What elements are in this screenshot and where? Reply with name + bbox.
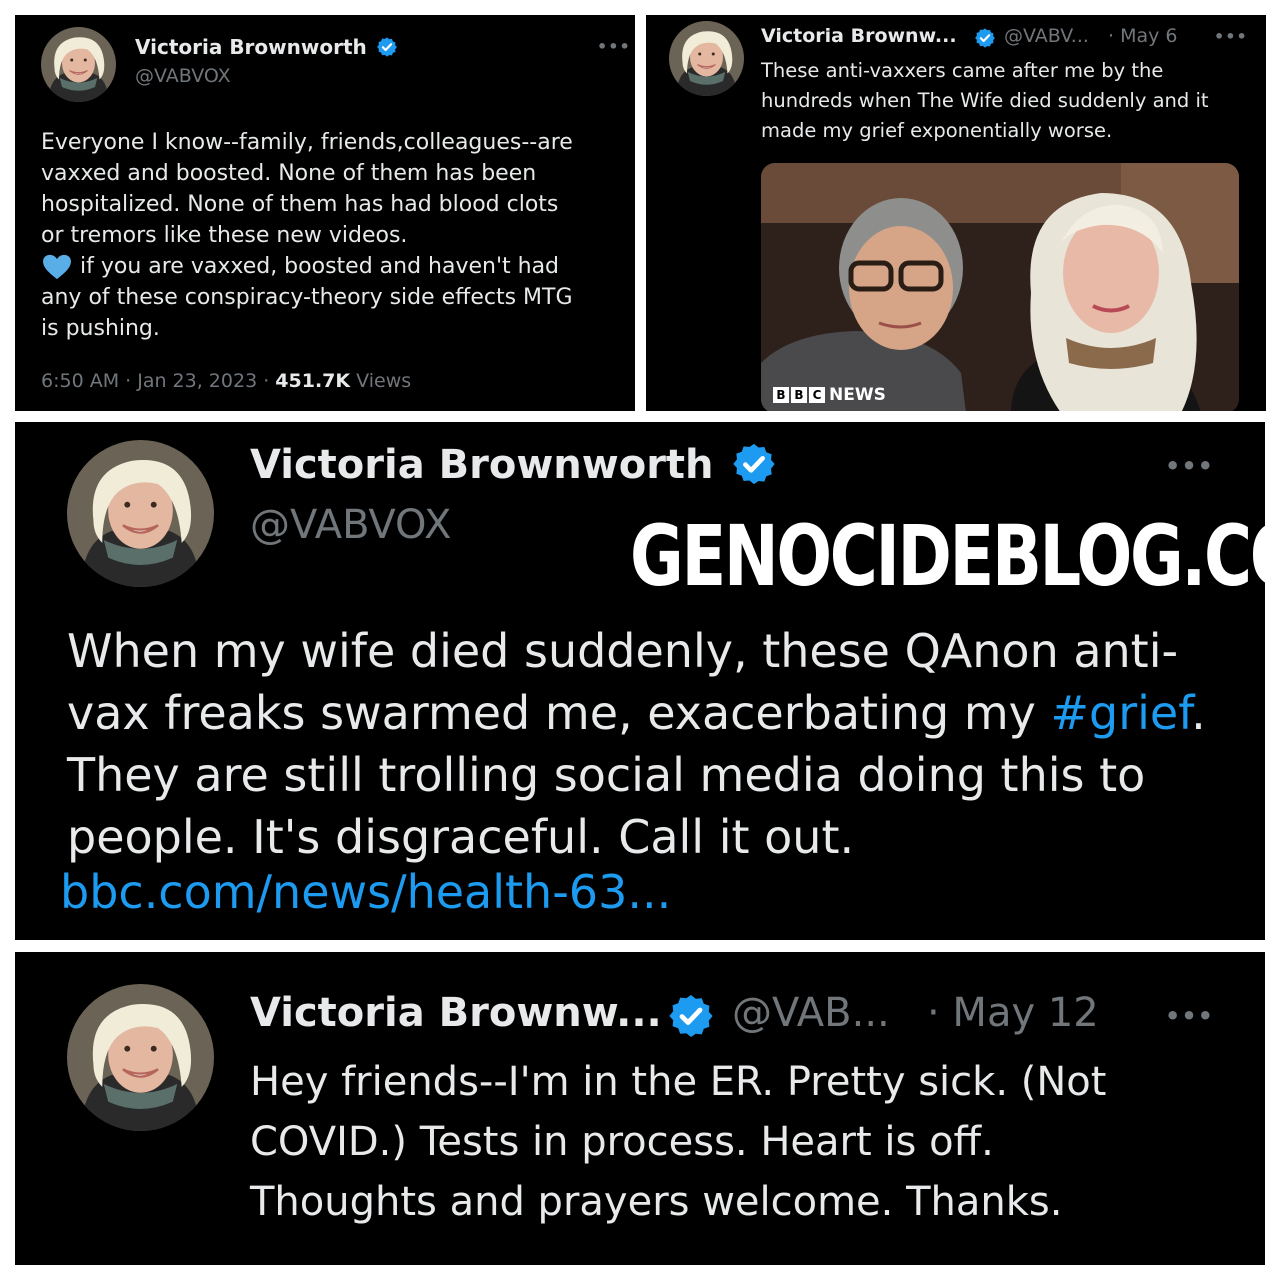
tweet-text: When my wife died suddenly, these QAnon … [67,620,1247,868]
tweet-line: Hey friends--I'm in the ER. Pretty sick.… [250,1059,1107,1105]
tweet-card-1[interactable]: Victoria Brownworth @VABVOX ••• Everyone… [15,15,635,411]
tweet-line: COVID.) Tests in process. Heart is off. [250,1119,994,1165]
attached-photo[interactable]: B B C NEWS [761,163,1239,411]
views-label: Views [350,370,412,392]
logo-letter: B [773,387,789,403]
tweet-timestamp[interactable]: 6:50 AM · Jan 23, 2023 · 451.7K Views [41,370,411,392]
tweet-text: These anti-vaxxers came after me by the … [761,56,1261,146]
hashtag-link[interactable]: #grief [1050,686,1191,740]
tweet-card-3[interactable]: Victoria Brownworth @VABVOX ••• GENOCIDE… [15,422,1265,940]
verified-badge-icon [667,992,715,1040]
tweet-line: hundreds when The Wife died suddenly and… [761,89,1209,112]
tweet-line: Thoughts and prayers welcome. Thanks. [250,1179,1063,1225]
tweet-line-text: . [1191,686,1206,740]
tweet-date[interactable]: · May 12 [927,990,1099,1036]
tweet-line: When my wife died suddenly, these QAnon … [67,624,1179,678]
more-options-icon[interactable]: ••• [597,37,631,56]
author-name-text: Victoria Brownworth [250,442,714,488]
tweet-line-text: vax freaks swarmed me, exacerbating my [67,686,1051,740]
tweet-line-text: if you are vaxxed, boosted and haven't h… [73,254,560,279]
more-options-icon[interactable]: ••• [1214,27,1248,46]
author-handle[interactable]: @VABVOX [135,65,231,87]
logo-word: NEWS [829,385,886,405]
tweet-line: They are still trolling social media doi… [67,748,1146,802]
author-handle[interactable]: @VAB... [732,990,890,1036]
avatar[interactable] [669,21,744,96]
author-name[interactable]: Victoria Brownworth [135,35,398,59]
tweet-line-heart: if you are vaxxed, boosted and haven't h… [41,251,631,282]
tweet-text: Hey friends--I'm in the ER. Pretty sick.… [250,1052,1250,1232]
logo-letter: C [809,387,825,403]
timestamp-text: 6:50 AM · Jan 23, 2023 · [41,370,276,392]
tweet-line: made my grief exponentially worse. [761,119,1113,142]
tweet-line: vax freaks swarmed me, exacerbating my #… [67,682,1247,744]
verified-badge-icon [376,36,398,58]
author-name-text: Victoria Brownworth [135,35,367,59]
author-name-text: Victoria Brownw... [761,25,957,47]
author-handle[interactable]: @VABV... [1004,25,1089,47]
blue-heart-icon [43,254,71,280]
tweet-line: hospitalized. None of them has had blood… [41,192,559,217]
watermark-text: GENOCIDEBLOG.COM [630,507,1265,605]
tweet-line: is pushing. [41,316,160,341]
bbc-news-logo: B B C NEWS [773,385,886,405]
more-options-icon[interactable]: ••• [1165,452,1214,480]
tweet-card-2[interactable]: Victoria Brownw... @VABV... · May 6 ••• … [646,15,1266,411]
author-handle[interactable]: @VABVOX [250,502,451,548]
tweet-date[interactable]: · May 6 [1108,25,1178,47]
more-options-icon[interactable]: ••• [1165,1002,1214,1030]
tweet-text: Everyone I know--family, friends,colleag… [41,127,631,344]
avatar[interactable] [67,440,214,587]
photo-image [761,163,1239,411]
avatar[interactable] [67,984,214,1131]
author-name[interactable]: Victoria Brownw... [761,25,957,47]
avatar[interactable] [41,27,116,102]
author-name[interactable]: Victoria Brownworth [250,442,777,488]
tweet-line: or tremors like these new videos. [41,223,408,248]
tweet-line: vaxxed and boosted. None of them has bee… [41,161,537,186]
tweet-card-4[interactable]: Victoria Brownw... @VAB... · May 12 ••• … [15,952,1265,1265]
verified-badge-icon [974,27,996,49]
views-count: 451.7K [275,370,351,392]
verified-badge-icon [731,441,777,487]
author-name-text: Victoria Brownw... [250,990,662,1036]
tweet-line: any of these conspiracy-theory side effe… [41,285,573,310]
tweet-line: people. It's disgraceful. Call it out. [67,810,855,864]
logo-letter: B [791,387,807,403]
tweet-line: Everyone I know--family, friends,colleag… [41,130,573,155]
tweet-line: These anti-vaxxers came after me by the [761,59,1164,82]
author-name[interactable]: Victoria Brownw... [250,990,662,1036]
article-link[interactable]: bbc.com/news/health-63... [60,862,671,922]
